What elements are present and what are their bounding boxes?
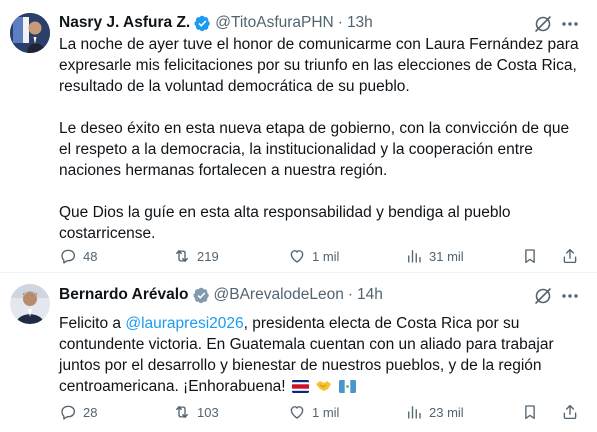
like-button[interactable]: 1 mil	[288, 401, 339, 423]
views-icon	[408, 406, 421, 419]
share-icon	[563, 404, 577, 420]
flag-guatemala-icon	[338, 380, 356, 393]
repost-button[interactable]: 219	[173, 245, 219, 267]
tweet[interactable]: Nasry J. Asfura Z. @TitoAsfuraPHN · 13h …	[0, 0, 597, 272]
more-options-icon[interactable]	[560, 14, 580, 34]
repost-count: 103	[197, 404, 219, 420]
reply-button[interactable]: 48	[59, 245, 97, 267]
author-handle[interactable]: @BArevalodeLeon	[214, 284, 344, 306]
verified-badge-icon[interactable]	[194, 15, 211, 32]
tweet-paragraph: La noche de ayer tuve el honor de comuni…	[59, 36, 579, 95]
views-button[interactable]: 31 mil	[405, 245, 464, 267]
tweet-header: Bernardo Arévalo @BArevalodeLeon · 14h	[59, 284, 383, 306]
heart-icon	[290, 250, 304, 263]
avatar[interactable]	[10, 13, 50, 53]
grok-icon[interactable]	[533, 14, 553, 34]
share-button[interactable]	[561, 401, 579, 423]
timestamp[interactable]: 14h	[357, 284, 383, 306]
mention-link[interactable]: @laurapresi2026	[125, 315, 243, 332]
bookmark-icon	[525, 405, 535, 420]
heart-icon	[290, 406, 304, 419]
more-options-icon[interactable]	[560, 286, 580, 306]
author-name[interactable]: Bernardo Arévalo	[59, 284, 189, 306]
tweet-text-segment: Felicito a	[59, 315, 126, 332]
reply-icon	[61, 405, 76, 420]
reply-count: 48	[83, 248, 98, 264]
author-name[interactable]: Nasry J. Asfura Z.	[59, 12, 190, 34]
avatar[interactable]	[10, 284, 50, 324]
action-bar: 28 103 1 mil 23 mil	[59, 401, 579, 423]
separator: ·	[337, 14, 343, 31]
repost-count: 219	[197, 248, 219, 264]
bookmark-button[interactable]	[521, 401, 539, 423]
tweet-paragraph: Le deseo éxito en esta nueva etapa de go…	[59, 120, 570, 179]
action-bar: 48 219 1 mil 31 mil	[59, 245, 579, 267]
like-button[interactable]: 1 mil	[288, 245, 339, 267]
reply-count: 28	[83, 404, 98, 420]
tweet-text: La noche de ayer tuve el honor de comuni…	[59, 34, 584, 244]
grok-icon[interactable]	[533, 286, 553, 306]
like-count: 1 mil	[312, 404, 340, 420]
tweet-text: Felicito a @laurapresi2026, presidenta e…	[59, 313, 584, 397]
bookmark-icon	[525, 249, 535, 264]
share-icon	[563, 248, 577, 264]
reply-icon	[61, 249, 76, 264]
bookmark-button[interactable]	[521, 245, 539, 267]
tweet[interactable]: Bernardo Arévalo @BArevalodeLeon · 14h F…	[0, 272, 597, 432]
repost-icon	[176, 406, 188, 418]
views-icon	[408, 250, 421, 263]
reply-button[interactable]: 28	[59, 401, 97, 423]
separator: ·	[347, 286, 354, 303]
handshake-icon	[315, 378, 332, 393]
timestamp[interactable]: 13h	[347, 12, 373, 34]
views-button[interactable]: 23 mil	[405, 401, 464, 423]
like-count: 1 mil	[312, 248, 340, 264]
views-count: 31 mil	[429, 248, 464, 264]
tweet-paragraph: Que Dios la guíe en esta alta responsabi…	[59, 204, 511, 242]
repost-icon	[176, 250, 188, 262]
flag-costa-rica-icon	[291, 380, 309, 393]
tweet-header: Nasry J. Asfura Z. @TitoAsfuraPHN · 13h	[59, 12, 373, 34]
share-button[interactable]	[561, 245, 579, 267]
author-handle[interactable]: @TitoAsfuraPHN	[215, 12, 334, 34]
verified-badge-icon[interactable]	[192, 287, 210, 304]
repost-button[interactable]: 103	[173, 401, 219, 423]
views-count: 23 mil	[429, 404, 464, 420]
